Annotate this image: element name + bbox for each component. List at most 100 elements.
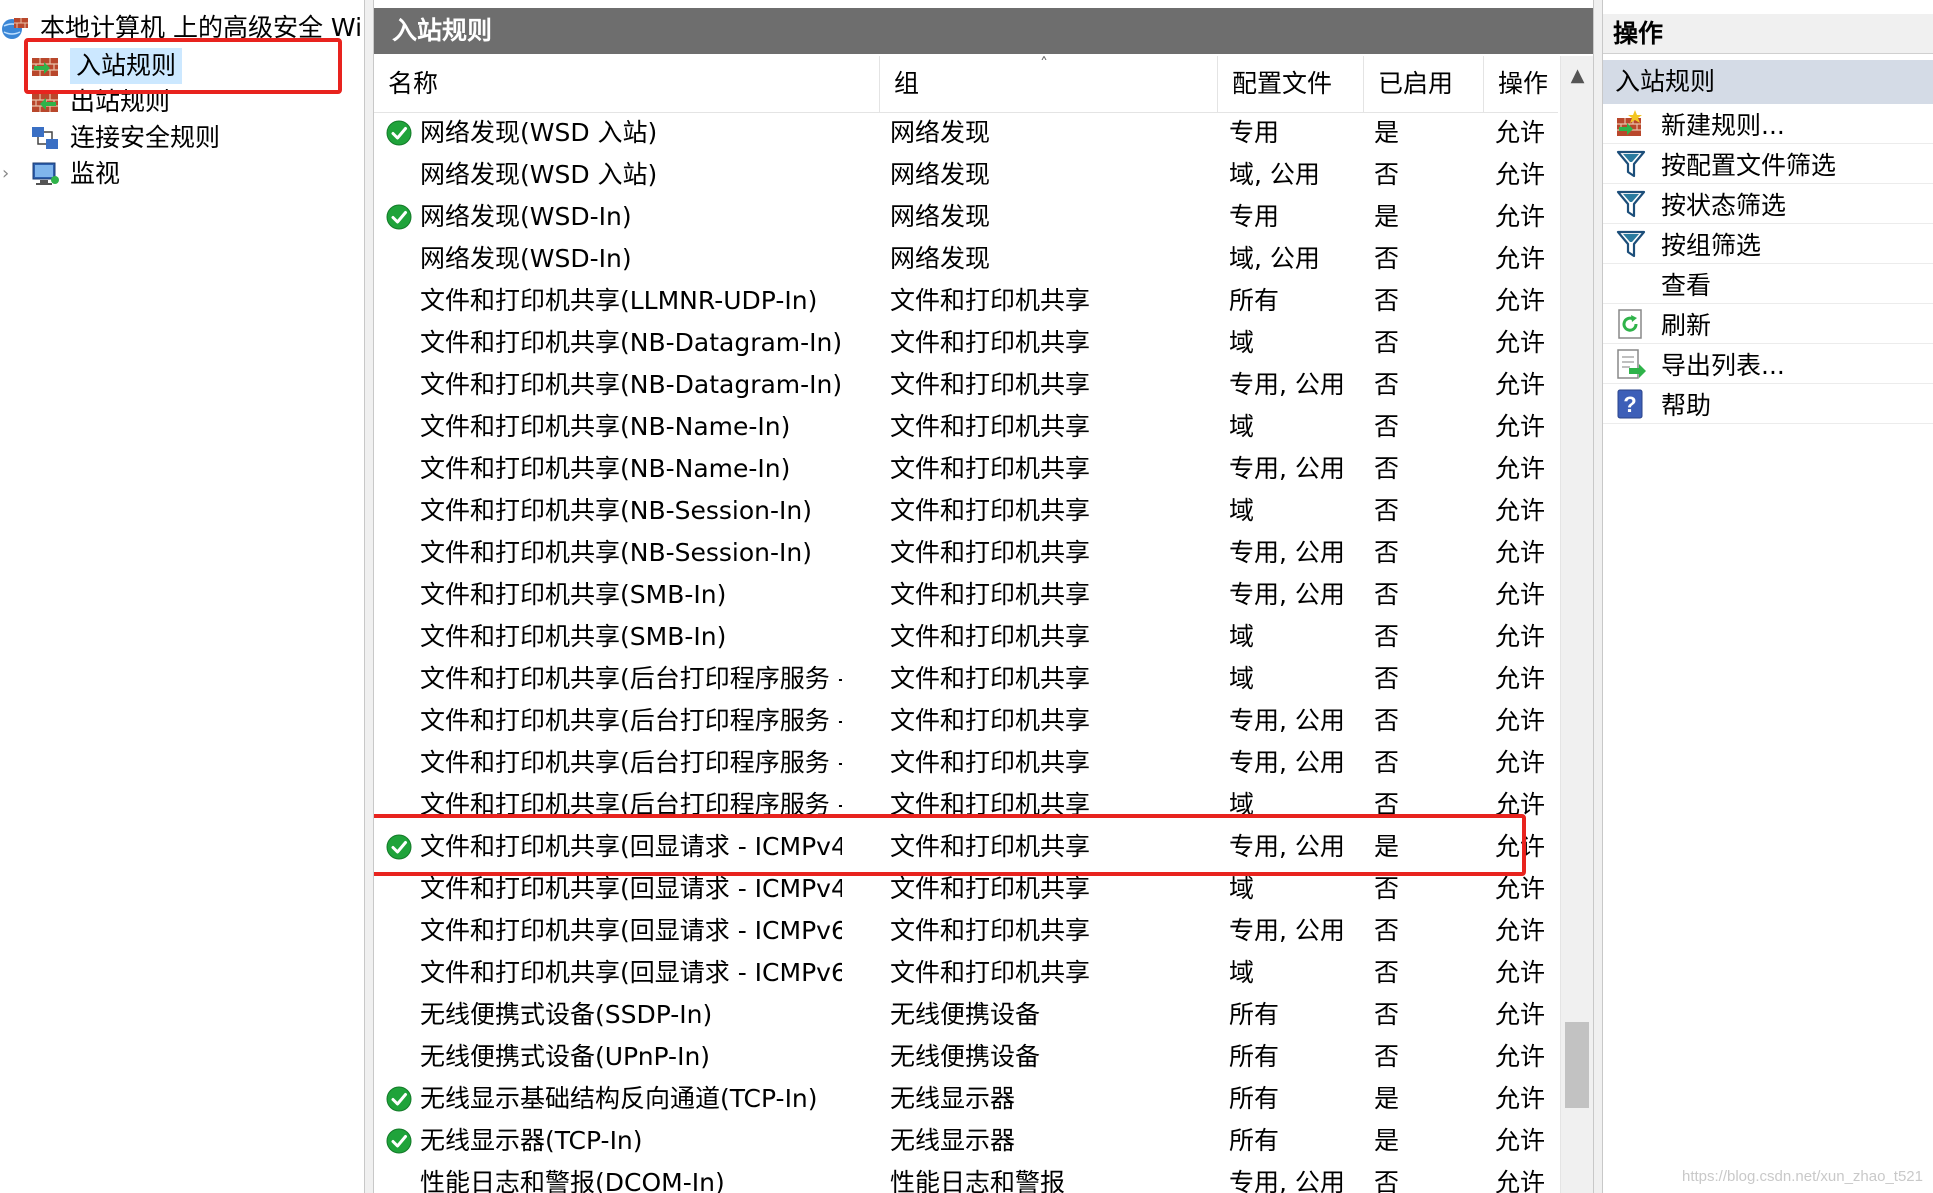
table-row[interactable]: 文件和打印机共享(NB-Name-In) 文件和打印机共享 域 否 允许 xyxy=(374,406,1558,448)
rule-profile: 所有 xyxy=(1229,1126,1280,1155)
tree-root-node[interactable]: 本地计算机 上的高级安全 Winc xyxy=(0,10,364,46)
scrollbar-thumb[interactable] xyxy=(1565,1022,1589,1108)
expand-arrow-icon[interactable]: › xyxy=(2,165,18,183)
enabled-check-icon xyxy=(386,120,412,146)
rule-enabled: 否 xyxy=(1374,958,1400,987)
rule-profile: 域, 公用 xyxy=(1229,160,1320,189)
row-status-cell xyxy=(386,742,416,784)
action-item-label: 按组筛选 xyxy=(1661,230,1762,260)
rule-action: 允许 xyxy=(1495,286,1546,315)
rule-group: 文件和打印机共享 xyxy=(890,916,1091,945)
table-row[interactable]: 文件和打印机共享(NB-Session-In) 文件和打印机共享 专用, 公用否 允许 xyxy=(374,532,1558,574)
table-row[interactable]: 文件和打印机共享(NB-Datagram-In) 文件和打印机共享 域 否 允许 xyxy=(374,322,1558,364)
tree-item-inbound-rules[interactable]: 入站规则 xyxy=(30,48,183,84)
row-status-cell xyxy=(386,532,416,574)
column-header-name[interactable]: 名称 xyxy=(374,56,880,112)
table-row[interactable]: 文件和打印机共享(NB-Session-In) 文件和打印机共享 域 否 允许 xyxy=(374,490,1558,532)
rule-action: 允许 xyxy=(1495,748,1546,777)
column-header-action[interactable]: 操作 xyxy=(1484,56,1558,112)
rule-action: 允许 xyxy=(1495,244,1546,273)
rule-name: 文件和打印机共享(后台打印程序服务 - R... xyxy=(420,748,842,777)
inbound-rules-icon xyxy=(32,58,58,76)
table-row[interactable]: 文件和打印机共享(回显请求 - ICMPv6-In) 文件和打印机共享 专用, 公用… xyxy=(374,910,1558,952)
action-item[interactable]: 按组筛选 xyxy=(1603,224,1933,264)
rule-group: 无线显示器 xyxy=(890,1084,1016,1113)
table-row[interactable]: 性能日志和警报(DCOM-In) 性能日志和警报 专用, 公用 否 允许 xyxy=(374,1162,1558,1193)
table-row[interactable]: 无线便携式设备(UPnP-In) 无线便携设备 所有 否 允许 xyxy=(374,1036,1558,1078)
rule-name: 无线显示基础结构反向通道(TCP-In) xyxy=(420,1084,818,1113)
rule-action: 允许 xyxy=(1495,706,1546,735)
enabled-check-icon xyxy=(386,1128,412,1154)
table-row[interactable]: 文件和打印机共享(回显请求 - ICMPv4-In) 文件和打印机共享 专用, 公用… xyxy=(374,826,1558,868)
rule-group: 文件和打印机共享 xyxy=(890,706,1091,735)
row-status-cell xyxy=(386,364,416,406)
column-header-enabled[interactable]: 已启用 xyxy=(1364,56,1484,112)
rule-profile: 域, 公用 xyxy=(1229,244,1320,273)
rule-name: 文件和打印机共享(回显请求 - ICMPv4-In) xyxy=(420,874,842,903)
splitter-left[interactable] xyxy=(364,0,374,1193)
tree-item-connection-security-rules[interactable]: 连接安全规则 xyxy=(30,120,220,156)
table-row[interactable]: 无线显示器(TCP-In) 无线显示器 所有 是 允许 xyxy=(374,1120,1558,1162)
rule-profile: 域 xyxy=(1229,328,1255,357)
table-row[interactable]: 网络发现(WSD-In) 网络发现 域, 公用 否 允许 xyxy=(374,238,1558,280)
new-rule-icon xyxy=(1617,109,1642,136)
tree-item-monitoring[interactable]: 监视 xyxy=(30,156,120,192)
table-row[interactable]: 无线便携式设备(SSDP-In) 无线便携设备 所有 否 允许 xyxy=(374,994,1558,1036)
row-status-cell xyxy=(386,700,416,742)
rule-enabled: 是 xyxy=(1374,202,1400,231)
table-row[interactable]: 网络发现(WSD-In) 网络发现 专用 是 允许 xyxy=(374,196,1558,238)
action-item[interactable]: 按状态筛选 xyxy=(1603,184,1933,224)
vertical-scrollbar[interactable]: ▲ xyxy=(1560,56,1593,1193)
table-row[interactable]: 网络发现(WSD 入站) 网络发现 专用 是 允许 xyxy=(374,112,1558,154)
scroll-up-arrow-icon[interactable]: ▲ xyxy=(1561,64,1593,88)
table-row[interactable]: 文件和打印机共享(后台打印程序服务 - R... 文件和打印机共享 域 否 允许 xyxy=(374,658,1558,700)
rule-profile: 专用, 公用 xyxy=(1229,748,1345,777)
action-item[interactable]: 刷新 xyxy=(1603,304,1933,344)
action-item[interactable]: 新建规则... xyxy=(1603,104,1933,144)
row-status-cell xyxy=(386,154,416,196)
rule-group: 网络发现 xyxy=(890,202,991,231)
actions-section-header[interactable]: 入站规则 xyxy=(1603,60,1933,104)
splitter-right[interactable] xyxy=(1593,0,1603,1193)
table-row[interactable]: 文件和打印机共享(NB-Name-In) 文件和打印机共享 专用, 公用否 允许 xyxy=(374,448,1558,490)
action-item[interactable]: 按配置文件筛选 xyxy=(1603,144,1933,184)
filter-icon xyxy=(1616,230,1646,257)
table-row[interactable]: 文件和打印机共享(后台打印程序服务 - R... 文件和打印机共享 专用, 公用否 允… xyxy=(374,700,1558,742)
table-row[interactable]: 文件和打印机共享(NB-Datagram-In) 文件和打印机共享 专用, 公用否 允… xyxy=(374,364,1558,406)
rule-name: 无线显示器(TCP-In) xyxy=(420,1126,643,1155)
rule-name: 文件和打印机共享(SMB-In) xyxy=(420,622,727,651)
row-status-cell xyxy=(386,196,416,238)
rule-action: 允许 xyxy=(1495,1168,1546,1193)
rule-group: 文件和打印机共享 xyxy=(890,664,1091,693)
rule-enabled: 否 xyxy=(1374,1042,1400,1071)
rule-name: 网络发现(WSD 入站) xyxy=(420,118,658,147)
table-row[interactable]: 文件和打印机共享(后台打印程序服务 - R... 文件和打印机共享 域 否 允许 xyxy=(374,784,1558,826)
rule-group: 文件和打印机共享 xyxy=(890,328,1091,357)
table-row[interactable]: 无线显示基础结构反向通道(TCP-In) 无线显示器 所有 是 允许 xyxy=(374,1078,1558,1120)
table-row[interactable]: 网络发现(WSD 入站) 网络发现 域, 公用 否 允许 xyxy=(374,154,1558,196)
rule-group: 文件和打印机共享 xyxy=(890,958,1091,987)
table-row[interactable]: 文件和打印机共享(SMB-In) 文件和打印机共享 域 否 允许 xyxy=(374,616,1558,658)
table-row[interactable]: 文件和打印机共享(SMB-In) 文件和打印机共享 专用, 公用否 允许 xyxy=(374,574,1558,616)
table-row[interactable]: 文件和打印机共享(回显请求 - ICMPv6-In) 文件和打印机共享 域 否 允许 xyxy=(374,952,1558,994)
rule-action: 允许 xyxy=(1495,622,1546,651)
table-row[interactable]: 文件和打印机共享(回显请求 - ICMPv4-In) 文件和打印机共享 域 否 允许 xyxy=(374,868,1558,910)
table-row[interactable]: 文件和打印机共享(LLMNR-UDP-In) 文件和打印机共享 所有 否 允许 xyxy=(374,280,1558,322)
rule-name: 文件和打印机共享(NB-Name-In) xyxy=(420,412,791,441)
column-header-group[interactable]: 组 xyxy=(880,56,1218,112)
tree-item-outbound-rules[interactable]: 出站规则 xyxy=(30,84,170,120)
column-header-profile[interactable]: 配置文件 xyxy=(1218,56,1364,112)
monitor-icon xyxy=(32,162,59,185)
rule-name: 文件和打印机共享(NB-Name-In) xyxy=(420,454,791,483)
action-item-label: 导出列表... xyxy=(1661,350,1785,380)
rule-enabled: 否 xyxy=(1374,664,1400,693)
action-item[interactable]: ? 帮助 xyxy=(1603,384,1933,424)
row-status-cell xyxy=(386,1036,416,1078)
action-item-label: 按配置文件筛选 xyxy=(1661,150,1837,180)
rules-panel: 入站规则 名称 组 配置文件 已启用 操作 ˄ 网络发现(WSD 入站) 网络发现… xyxy=(374,0,1593,1193)
sort-ascending-icon: ˄ xyxy=(1040,54,1048,73)
action-item[interactable]: 查看 xyxy=(1603,264,1933,304)
action-item[interactable]: 导出列表... xyxy=(1603,344,1933,384)
table-row[interactable]: 文件和打印机共享(后台打印程序服务 - R... 文件和打印机共享 专用, 公用否 允… xyxy=(374,742,1558,784)
rule-enabled: 否 xyxy=(1374,328,1400,357)
